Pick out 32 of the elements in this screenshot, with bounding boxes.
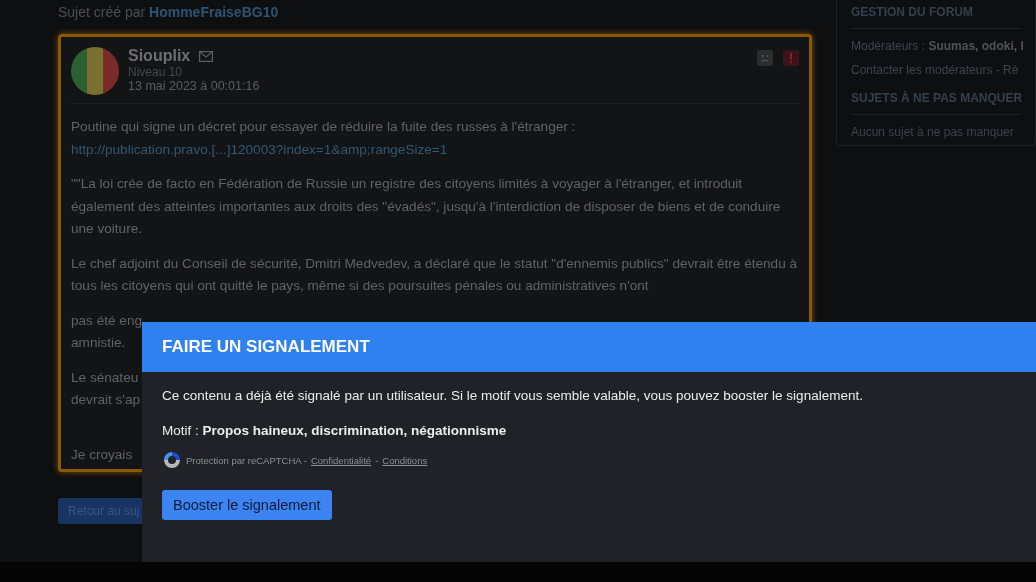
post-text-line: pas été eng [71, 311, 143, 330]
post-author[interactable]: Siouplix [128, 47, 191, 65]
post-text-line: Le sénateu [71, 368, 139, 387]
dialog-title: FAIRE UN SIGNALEMENT [162, 337, 370, 357]
sidebar-heading: SUJETS À NE PAS MANQUER [851, 91, 1021, 115]
recaptcha-icon [162, 450, 182, 470]
post-paragraph: ""La loi crée de facto en Fédération de Russie un registre des citoyens limités à voyager à l'étranger, et introduit également des atteintes importantes aux droits des "évadés", jusqu'à l'interdiction de disposer de biens et de conduire une voiture. [71, 175, 782, 238]
moderators-list: Suumas, odoki, I [928, 39, 1024, 53]
contact-moderators-text: Contacter les modérateurs - Rè [851, 63, 1020, 77]
boost-report-button[interactable]: Booster le signalement [162, 490, 332, 520]
sidebar-heading: GESTION DU FORUM [851, 5, 1021, 29]
terms-link[interactable]: Conditions [382, 454, 428, 466]
dialog-message: Ce contenu a déjà été signalé par un utilisateur. Si le motif vous semble valable, vous pouvez booster le signalement. [162, 388, 864, 403]
empty-topics-text: Aucun sujet à ne pas manquer [851, 125, 1015, 139]
report-reason: Motif : Propos haineux, discrimination, négationnisme [162, 423, 508, 438]
post-text-line: amnistie. [71, 334, 126, 352]
topic-author-link[interactable]: HommeFraiseBG10 [149, 4, 279, 20]
topic-label: Sujet créé par [58, 4, 146, 20]
post-text-line: devrait s'ap [71, 391, 141, 409]
recaptcha-text: Protection par reCAPTCHA - [186, 454, 307, 466]
mail-icon[interactable] [199, 50, 214, 62]
frown-icon[interactable] [757, 50, 773, 66]
post-paragraph: Le chef adjoint du Conseil de sécurité, Dmitri Medvedev, a déclaré que le statut "d'ennemis publics" devrait être étendu à tous les citoyens qui ont quitté le pays, même si des poursuites pénales ou administratives n'ont [71, 254, 799, 295]
privacy-link[interactable]: Confidentialité [310, 454, 372, 466]
avatar-placeholder [71, 47, 119, 95]
moderators-label: Modérateurs : [851, 39, 926, 53]
post-paragraph: Poutine qui signe un décret pour essayer de réduire la fuite des russes à l'étranger : http://publication.pravo.[...]120003?index=1&amp;rangeSize=1 [71, 118, 577, 159]
separator-text: - [375, 454, 379, 466]
post-date: 13 mai 2023 à 00:01:16 [128, 79, 261, 93]
alert-icon[interactable] [783, 50, 799, 66]
post-text-line: Je croyais [71, 445, 133, 464]
post-link[interactable]: http://publication.pravo.[...]120003?index=1&amp;rangeSize=1 [71, 141, 448, 157]
